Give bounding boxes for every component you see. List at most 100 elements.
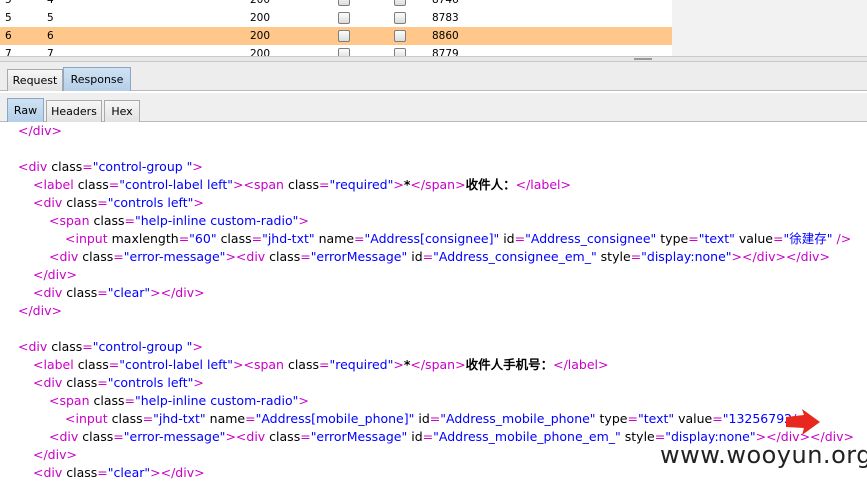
tab-hex[interactable]: Hex xyxy=(104,100,140,122)
code-token: <div xyxy=(49,249,83,264)
cell-length: 8779 xyxy=(432,48,459,56)
cell-request-number: 6 xyxy=(5,30,12,42)
code-token: 收件人： xyxy=(465,177,516,192)
code-token: style xyxy=(600,249,631,264)
code-token: = xyxy=(82,159,93,174)
checkbox[interactable] xyxy=(394,12,406,24)
red-arrow-icon xyxy=(786,409,820,435)
code-line: <div class="error-message"><div class="e… xyxy=(49,248,830,266)
results-table[interactable]: 5 4 200 8746 5 5 200 8783 6 6 200 8860 7 7 200 8779 xyxy=(0,0,867,56)
code-token: </div> xyxy=(18,303,62,318)
code-token: = xyxy=(422,429,434,444)
code-token: ><div xyxy=(225,249,270,264)
code-token: "Address_mobile_phone_em_" xyxy=(433,429,625,444)
code-token: = xyxy=(97,375,108,390)
code-token: style xyxy=(624,429,655,444)
code-token: "control-group " xyxy=(92,339,193,354)
code-token: maxlength xyxy=(111,231,179,246)
code-token: "control-label left" xyxy=(119,177,233,192)
response-raw-view[interactable]: </div> <div class="control-group "> <label… xyxy=(0,122,867,483)
table-row[interactable]: 5 5 200 8783 xyxy=(0,9,672,27)
splitter-grip-icon[interactable] xyxy=(634,58,652,60)
code-token: "error-message" xyxy=(123,249,226,264)
code-token: class xyxy=(66,195,98,210)
code-token: /> xyxy=(836,231,852,246)
checkbox[interactable] xyxy=(338,12,350,24)
checkbox[interactable] xyxy=(394,48,406,56)
code-token: class xyxy=(111,411,143,426)
code-token: value xyxy=(678,411,713,426)
code-token: "Address[mobile_phone]" xyxy=(255,411,419,426)
cell-request-number: 7 xyxy=(5,48,12,56)
code-line: <input maxlength="60" class="jhd-txt" na… xyxy=(65,230,851,248)
code-token: <input xyxy=(65,411,112,426)
checkbox[interactable] xyxy=(338,30,350,42)
table-row[interactable]: 7 7 200 8779 xyxy=(0,45,672,56)
code-token: class xyxy=(66,375,98,390)
checkbox[interactable] xyxy=(394,30,406,42)
code-token: name xyxy=(318,231,355,246)
code-token: ><span xyxy=(233,357,288,372)
cell-length: 8783 xyxy=(432,12,459,24)
code-token: = xyxy=(178,231,190,246)
cell-length: 8746 xyxy=(432,0,459,6)
code-token: "text" xyxy=(698,231,739,246)
code-token: = xyxy=(630,249,642,264)
code-token: = xyxy=(627,411,638,426)
code-token: <div xyxy=(18,339,52,354)
code-token: "display:none" xyxy=(641,249,732,264)
code-token: "Address_consignee" xyxy=(525,231,661,246)
code-token: </div> xyxy=(33,447,77,462)
code-line: <input class="jhd-txt" name="Address[mob… xyxy=(65,410,807,428)
code-token: value xyxy=(738,231,774,246)
code-token: "text" xyxy=(637,411,679,426)
code-token: "required" xyxy=(329,177,394,192)
code-token: </span> xyxy=(410,177,466,192)
code-token: "controls left" xyxy=(107,375,194,390)
tab-request[interactable]: Request xyxy=(7,69,63,91)
code-token: ></div></div> xyxy=(731,249,830,264)
checkbox[interactable] xyxy=(338,48,350,56)
code-token: = xyxy=(124,393,135,408)
code-token: = xyxy=(773,231,784,246)
cell-payload: 5 xyxy=(47,12,54,24)
cell-status: 200 xyxy=(250,30,271,42)
code-token: <div xyxy=(49,429,83,444)
code-token: = xyxy=(108,357,120,372)
code-token: > xyxy=(298,393,309,408)
checkbox[interactable] xyxy=(338,0,350,6)
code-token: class xyxy=(51,339,83,354)
tab-headers[interactable]: Headers xyxy=(46,100,102,122)
code-token: </label> xyxy=(553,357,609,372)
code-token: "required" xyxy=(329,357,394,372)
code-token: ></div> xyxy=(150,465,205,480)
code-token: class xyxy=(93,393,125,408)
tab-raw[interactable]: Raw xyxy=(7,98,44,122)
table-row[interactable]: 5 4 200 8746 xyxy=(0,0,672,9)
table-row[interactable]: 6 6 200 8860 xyxy=(0,27,672,45)
cell-length: 8860 xyxy=(432,30,459,42)
code-token: class xyxy=(77,177,109,192)
code-token: id xyxy=(503,231,515,246)
code-token: <span xyxy=(49,393,94,408)
code-token: class xyxy=(287,177,319,192)
code-line: </div> xyxy=(18,302,62,320)
code-token: = xyxy=(514,231,526,246)
code-token: id xyxy=(418,411,430,426)
code-token: "error-message" xyxy=(123,429,226,444)
code-token: <input xyxy=(65,231,112,246)
code-token: </span> xyxy=(410,357,466,372)
code-token: class xyxy=(66,465,98,480)
checkbox[interactable] xyxy=(394,0,406,6)
code-token: = xyxy=(688,231,699,246)
code-token: = xyxy=(318,357,330,372)
code-token: class xyxy=(66,285,98,300)
tab-response[interactable]: Response xyxy=(63,67,131,91)
code-token: <div xyxy=(33,465,67,480)
code-token: <span xyxy=(49,213,94,228)
code-token: "errorMessage" xyxy=(310,249,412,264)
code-token: ><div xyxy=(225,429,270,444)
code-token: <div xyxy=(33,375,67,390)
code-token: <label xyxy=(33,357,78,372)
code-token: = xyxy=(108,177,120,192)
